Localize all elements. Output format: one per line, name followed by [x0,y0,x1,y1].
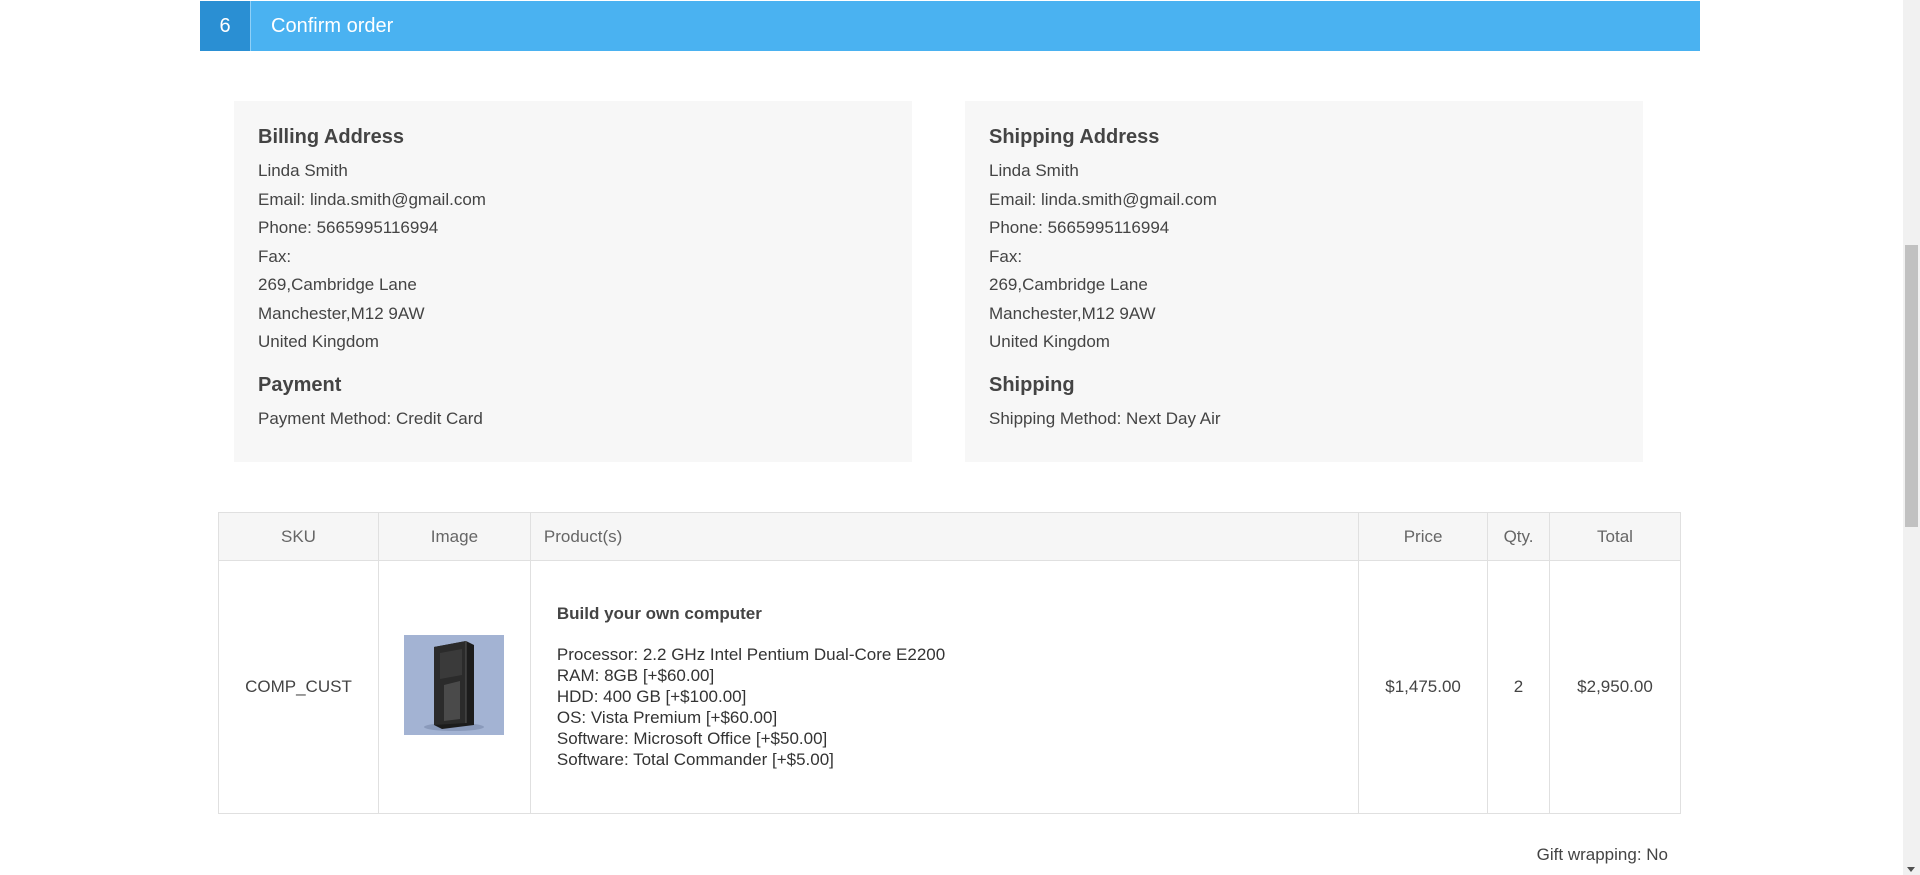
sku-header: SKU [218,512,379,561]
step-number: 6 [200,1,251,51]
shipping-country: United Kingdom [989,332,1110,351]
shipping-address-title: Shipping Address [989,126,1160,148]
billing-email: Email: linda.smith@gmail.com [258,189,486,209]
total-cell: $2,950.00 [1549,560,1681,814]
total-header: Total [1549,512,1681,561]
payment-method: Payment Method: Credit Card [258,408,483,428]
price-cell: $1,475.00 [1358,560,1489,814]
billing-country: United Kingdom [258,332,379,351]
billing-info-box: Billing Address Linda Smith Email: linda… [234,101,912,462]
product-name-link[interactable]: Build your own computer [557,604,1357,624]
billing-city: Manchester,M12 9AW [258,303,425,323]
shipping-method: Shipping Method: Next Day Air [989,408,1221,428]
table-row: COMP_CUST Build your own computer Proces… [218,560,1681,814]
billing-name: Linda Smith [258,161,348,180]
shipping-email: Email: linda.smith@gmail.com [989,189,1217,209]
product-attribute: RAM: 8GB [+$60.00] [556,666,715,685]
product-cell: Build your own computer Processor: 2.2 G… [529,560,1360,814]
billing-fax: Fax: [258,246,292,266]
shipping-address-line: 269,Cambridge Lane [989,275,1148,294]
billing-phone: Phone: 5665995116994 [258,218,439,237]
qty-header: Qty. [1487,512,1550,561]
confirm-order-step-header[interactable]: 6 Confirm order [200,1,1700,51]
shipping-phone: Phone: 5665995116994 [989,218,1170,237]
billing-address-line: 269,Cambridge Lane [258,275,417,294]
page: 6 Confirm order Billing Address Linda Sm… [0,0,1920,875]
sku-cell: COMP_CUST [218,560,379,814]
product-attribute: HDD: 400 GB [+$100.00] [556,687,747,706]
product-attribute: OS: Vista Premium [+$60.00] [556,708,778,727]
vertical-scrollbar[interactable] [1903,0,1920,875]
image-header: Image [377,512,531,561]
scrollbar-thumb[interactable] [1905,245,1918,527]
order-summary-table: SKU Image Product(s) Price Qty. Total CO… [218,512,1681,814]
shipping-name: Linda Smith [989,161,1079,180]
table-header-row: SKU Image Product(s) Price Qty. Total [218,512,1681,561]
price-header: Price [1358,512,1489,561]
shipping-city: Manchester,M12 9AW [989,303,1156,323]
image-cell [377,560,531,814]
payment-title: Payment [258,373,342,396]
product-attribute: Software: Total Commander [+$5.00] [556,750,834,769]
qty-cell: 2 [1487,560,1550,814]
product-attribute: Software: Microsoft Office [+$50.00] [556,729,828,748]
product-attribute: Processor: 2.2 GHz Intel Pentium Dual-Co… [556,645,946,664]
step-title: Confirm order [271,14,394,37]
billing-address-title: Billing Address [258,126,404,148]
computer-tower-image[interactable] [404,634,505,735]
shipping-info-box: Shipping Address Linda Smith Email: lind… [965,101,1643,462]
products-header: Product(s) [529,512,1360,561]
shipping-title: Shipping [989,373,1075,396]
shipping-fax: Fax: [989,246,1023,266]
gift-wrapping-info: Gift wrapping: No [1536,845,1668,864]
scroll-down-arrow-icon[interactable] [1907,867,1915,872]
